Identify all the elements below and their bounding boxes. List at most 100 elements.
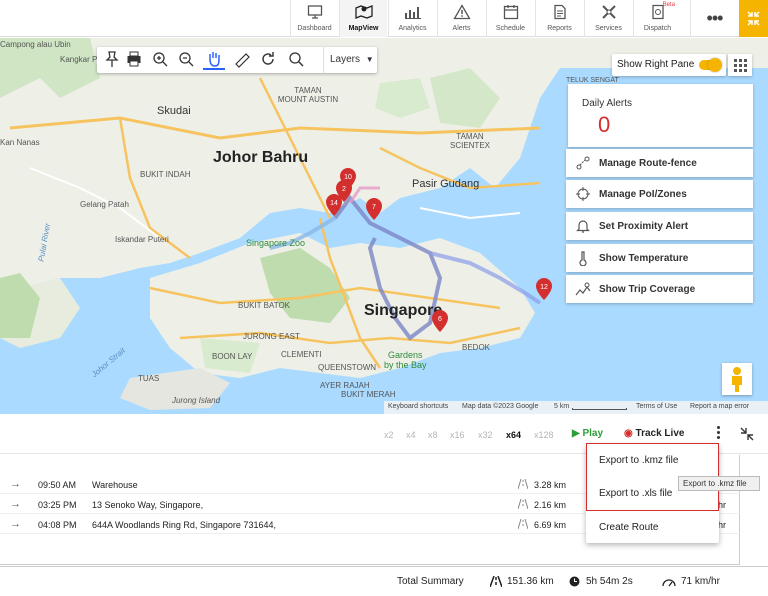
hand-pan-icon[interactable] bbox=[203, 50, 225, 70]
daily-alerts-count: 0 bbox=[598, 112, 611, 137]
nav-analytics[interactable]: Analytics bbox=[388, 0, 436, 37]
trip-distance: 2.16 km bbox=[534, 500, 567, 510]
speedometer-icon bbox=[662, 576, 676, 590]
arrow-right-icon: → bbox=[10, 478, 21, 490]
action-label: Manage PoI/Zones bbox=[599, 189, 687, 200]
total-summary-bar: Total Summary 151.36 km 5h 54m 2s 71 km/… bbox=[0, 566, 768, 596]
trip-time: 04:08 PM bbox=[38, 520, 77, 530]
svg-text:10: 10 bbox=[344, 174, 352, 181]
trip-time: 03:25 PM bbox=[38, 500, 77, 510]
grid-icon bbox=[734, 59, 747, 72]
nav-label: Dashboard bbox=[297, 25, 332, 32]
right-pane-label: Show Right Pane bbox=[617, 59, 695, 70]
trip-time: 09:50 AM bbox=[38, 480, 77, 490]
expand-icon[interactable] bbox=[740, 427, 754, 441]
trip-address: 13 Senoko Way, Singapore, bbox=[92, 500, 204, 510]
play-icon: ▶ bbox=[572, 428, 580, 439]
speed-option[interactable]: x2 bbox=[384, 430, 394, 440]
svg-text:12: 12 bbox=[540, 284, 548, 291]
marker-pin[interactable]: 12 bbox=[536, 278, 552, 300]
show-temperature-button[interactable]: Show Temperature bbox=[566, 244, 753, 272]
speed-option[interactable]: x16 bbox=[450, 430, 465, 440]
layers-dropdown[interactable]: Layers ▼ bbox=[323, 47, 377, 73]
track-live-button[interactable]: ◉ Track Live bbox=[624, 428, 684, 439]
summary-speed: 71 km/hr bbox=[681, 576, 720, 587]
trip-coverage-icon bbox=[575, 281, 591, 297]
speed-option[interactable]: x8 bbox=[428, 430, 438, 440]
map-view[interactable]: Campong alau Ubin Johor Bahru Singapore … bbox=[0, 38, 768, 414]
summary-distance: 151.36 km bbox=[507, 576, 554, 587]
collapse-button[interactable] bbox=[739, 0, 768, 37]
route-fence-icon bbox=[575, 155, 591, 171]
road-icon bbox=[517, 498, 529, 510]
road-icon bbox=[489, 575, 503, 590]
nav-label: Reports bbox=[547, 25, 572, 32]
kebab-menu-button[interactable] bbox=[714, 426, 722, 442]
speed-option[interactable]: x4 bbox=[406, 430, 416, 440]
svg-text:2: 2 bbox=[342, 186, 346, 193]
street-view-pegman[interactable] bbox=[722, 363, 752, 395]
nav-label: Schedule bbox=[495, 25, 526, 32]
print-icon[interactable] bbox=[123, 50, 145, 70]
track-live-label: Track Live bbox=[635, 428, 685, 439]
svg-text:6: 6 bbox=[438, 316, 442, 323]
top-nav: Dashboard MapView Analytics Alerts Sched… bbox=[0, 0, 768, 37]
marker-pin[interactable]: 6 bbox=[432, 310, 448, 332]
report-error-link[interactable]: Report a map error bbox=[690, 403, 749, 410]
summary-label: Total Summary bbox=[397, 576, 464, 587]
thermometer-icon bbox=[575, 250, 591, 267]
action-label: Manage Route-fence bbox=[599, 158, 697, 169]
chevron-down-icon: ▼ bbox=[365, 55, 374, 64]
arrow-right-icon: → bbox=[10, 498, 21, 510]
trip-address: 644A Woodlands Ring Rd, Singapore 731644… bbox=[92, 520, 276, 530]
zoom-out-icon[interactable] bbox=[175, 50, 197, 70]
trip-speed: hr bbox=[718, 500, 727, 510]
nav-reports[interactable]: Reports bbox=[535, 0, 583, 37]
calendar-icon bbox=[487, 4, 534, 24]
show-right-pane-toggle[interactable]: Show Right Pane bbox=[612, 54, 726, 76]
pegman-icon bbox=[732, 367, 742, 392]
document-icon bbox=[536, 4, 583, 24]
map-attribution: Keyboard shortcuts Map data ©2023 Google… bbox=[384, 401, 768, 414]
action-label: Set Proximity Alert bbox=[599, 221, 689, 232]
refresh-icon[interactable] bbox=[257, 50, 279, 70]
svg-text:7: 7 bbox=[372, 204, 376, 211]
marker-pin[interactable]: 7 bbox=[366, 198, 382, 220]
collapse-icon bbox=[747, 11, 760, 26]
tooltip: Export to .kmz file bbox=[678, 476, 760, 491]
speed-option-selected[interactable]: x64 bbox=[506, 430, 521, 440]
daily-alerts-card[interactable]: Daily Alerts 0 bbox=[568, 84, 753, 147]
apps-grid-button[interactable] bbox=[728, 54, 752, 76]
nav-mapview[interactable]: MapView bbox=[339, 0, 387, 37]
create-route-item[interactable]: Create Route bbox=[586, 510, 719, 543]
nav-alerts[interactable]: Alerts bbox=[437, 0, 485, 37]
speed-option[interactable]: x128 bbox=[534, 430, 554, 440]
keyboard-shortcuts-link[interactable]: Keyboard shortcuts bbox=[388, 403, 448, 410]
play-label: Play bbox=[582, 428, 604, 439]
marker-pin[interactable]: 14 bbox=[326, 194, 342, 216]
nav-services[interactable]: Services bbox=[584, 0, 632, 37]
nav-dashboard[interactable]: Dashboard bbox=[290, 0, 338, 37]
toggle-switch[interactable] bbox=[699, 58, 722, 72]
play-button[interactable]: ▶ Play bbox=[572, 428, 603, 439]
nav-schedule[interactable]: Schedule bbox=[486, 0, 534, 37]
manage-route-fence-button[interactable]: Manage Route-fence bbox=[566, 149, 753, 177]
trip-address: Warehouse bbox=[92, 480, 138, 490]
speed-option[interactable]: x32 bbox=[478, 430, 493, 440]
clock-icon bbox=[569, 576, 580, 590]
show-trip-coverage-button[interactable]: Show Trip Coverage bbox=[566, 275, 753, 303]
ruler-icon[interactable] bbox=[231, 50, 253, 70]
manage-poi-zones-button[interactable]: Manage PoI/Zones bbox=[566, 180, 753, 208]
map-pin-icon bbox=[340, 4, 387, 24]
nav-dispatch[interactable]: Beta Dispatch bbox=[633, 0, 681, 37]
bar-chart-icon bbox=[389, 4, 436, 24]
zoom-in-icon[interactable] bbox=[149, 50, 171, 70]
pin-icon[interactable] bbox=[101, 50, 123, 70]
road-icon bbox=[517, 478, 529, 490]
set-proximity-alert-button[interactable]: Set Proximity Alert bbox=[566, 212, 753, 240]
daily-alerts-title: Daily Alerts bbox=[582, 98, 633, 109]
more-menu-button[interactable]: ••• bbox=[690, 0, 738, 37]
terms-link[interactable]: Terms of Use bbox=[636, 403, 677, 410]
search-icon[interactable] bbox=[285, 50, 307, 70]
live-signal-icon: ◉ bbox=[624, 428, 633, 439]
